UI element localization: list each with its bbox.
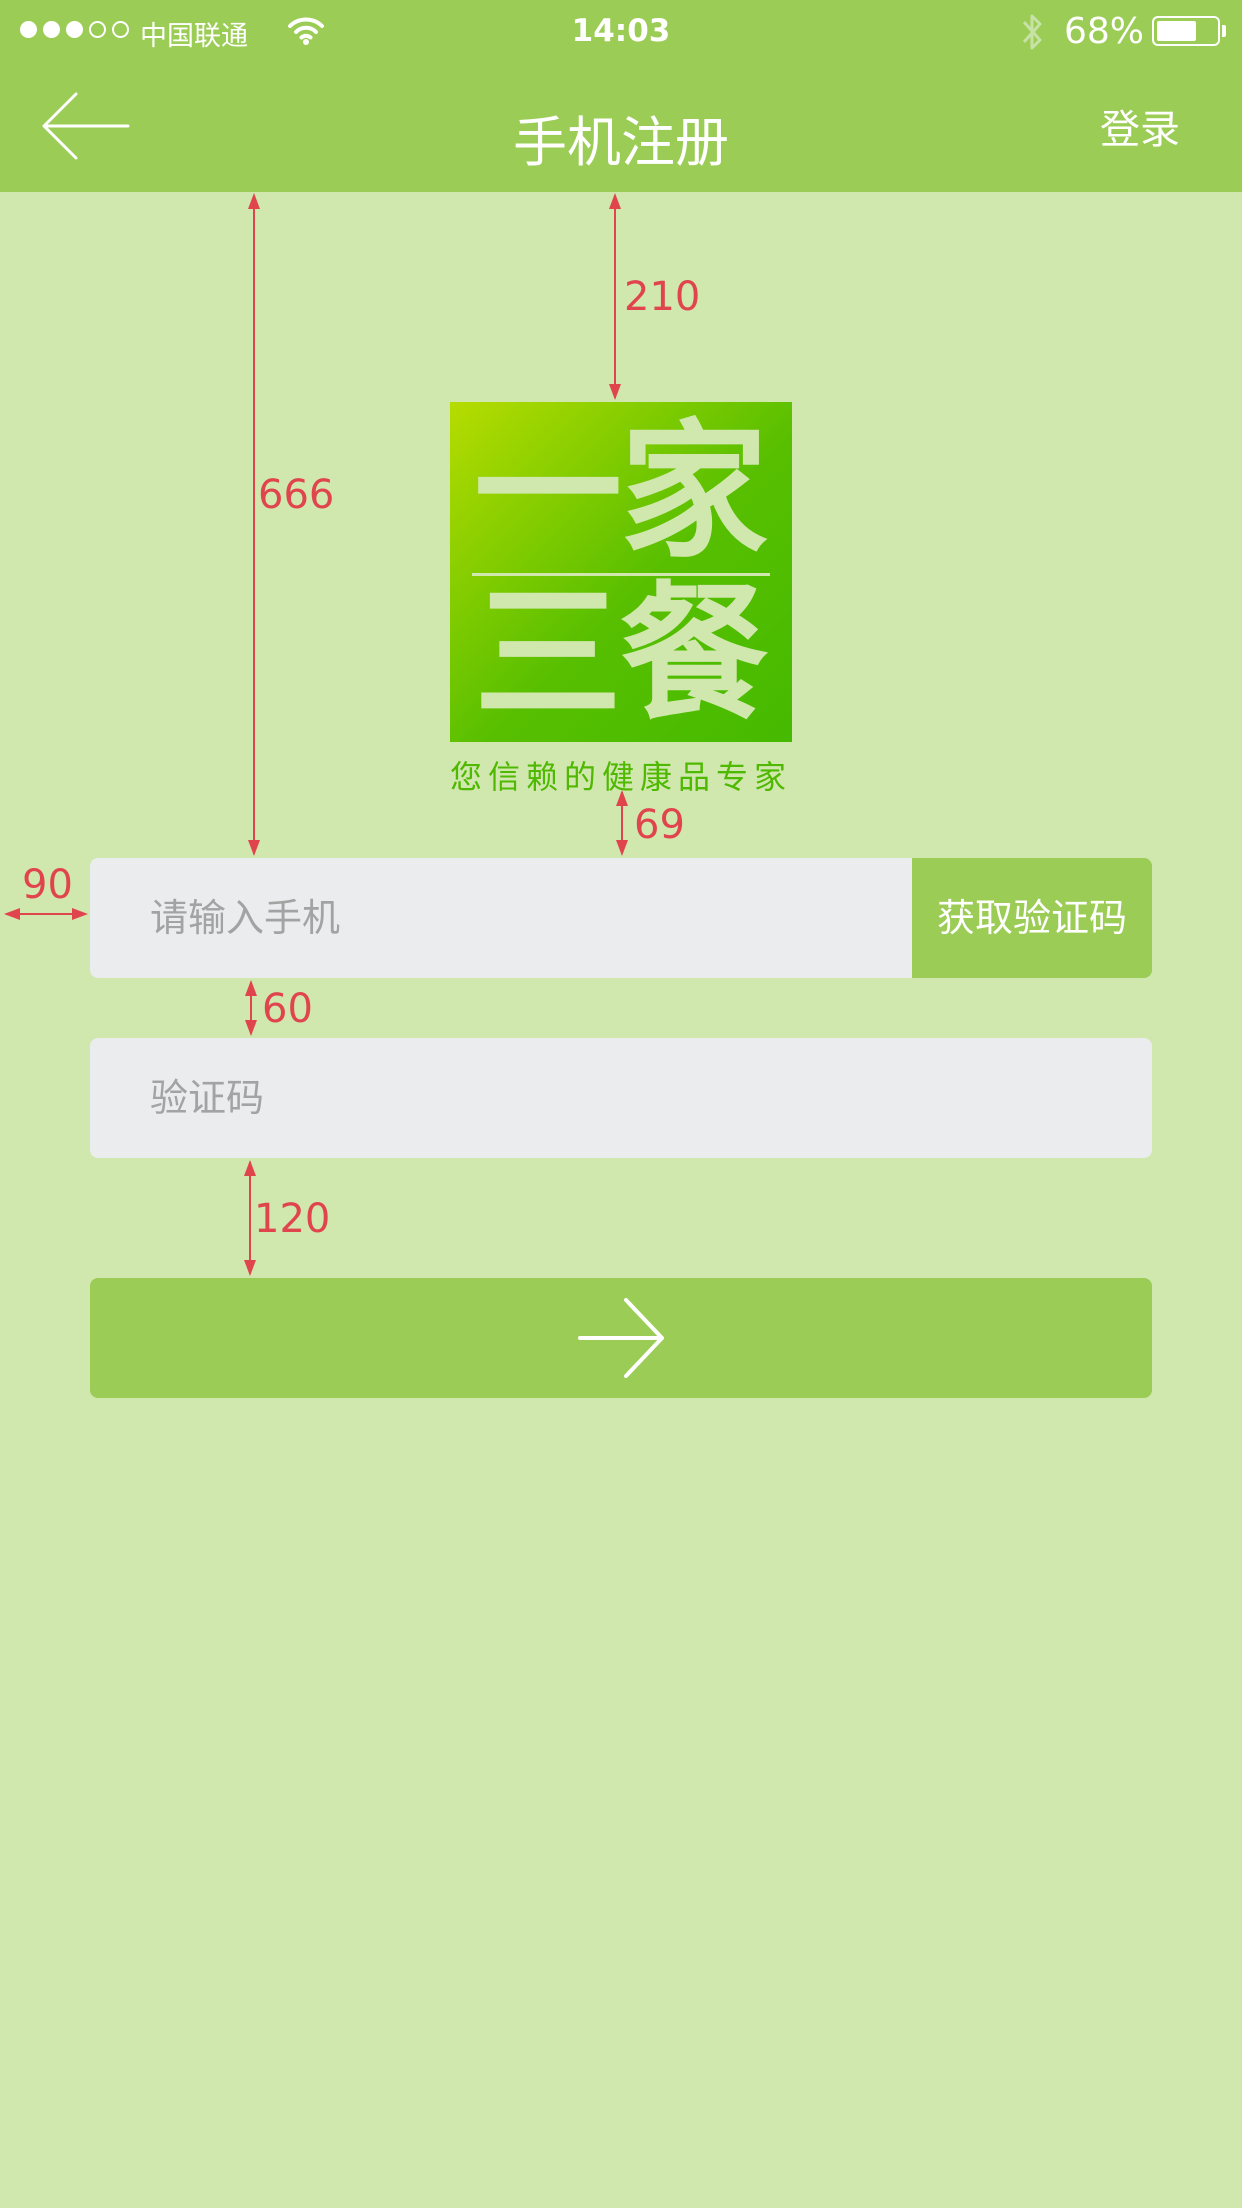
measure-label-90: 90: [22, 862, 73, 908]
code-placeholder: 验证码: [150, 1076, 265, 1120]
measure-line-210: [614, 196, 616, 398]
code-input[interactable]: 验证码: [90, 1038, 1152, 1158]
logo-char-4: 餐: [620, 568, 768, 740]
submit-button[interactable]: [90, 1278, 1152, 1398]
measure-arrow: [245, 1020, 257, 1036]
status-time: 14:03: [571, 13, 671, 49]
arrow-right-icon: [578, 1298, 664, 1378]
get-code-button[interactable]: 获取验证码: [912, 858, 1152, 978]
measure-arrow: [248, 193, 260, 209]
measure-line-666: [253, 196, 255, 854]
logo-char-2: 家: [620, 406, 768, 578]
measure-label-69: 69: [634, 802, 685, 848]
page-title: 手机注册: [513, 111, 729, 174]
status-bar: 中国联通 14:03 68%: [0, 0, 1242, 62]
measure-arrow: [4, 908, 20, 920]
battery-tip: [1222, 25, 1226, 37]
battery-percent: 68%: [1064, 11, 1145, 52]
measure-label-666: 666: [258, 472, 335, 518]
measure-arrow: [248, 840, 260, 856]
measure-arrow: [616, 790, 628, 806]
measure-label-210: 210: [624, 274, 701, 320]
measure-arrow: [244, 1160, 256, 1176]
measure-arrow: [609, 384, 621, 400]
measure-arrow: [609, 193, 621, 209]
logo-char-3: 三: [474, 568, 622, 740]
measure-arrow: [244, 1260, 256, 1276]
phone-placeholder: 请输入手机: [150, 896, 341, 940]
measure-label-60: 60: [262, 986, 313, 1032]
logo-char-1: 一: [474, 406, 622, 578]
measure-label-120: 120: [254, 1196, 331, 1242]
phone-input[interactable]: 请输入手机: [90, 858, 912, 978]
measure-arrow: [245, 980, 257, 996]
measure-arrow: [72, 908, 88, 920]
measure-line-120: [249, 1162, 251, 1274]
bluetooth-icon: [1018, 10, 1046, 58]
nav-bar: 手机注册 登录: [0, 62, 1242, 192]
login-button[interactable]: 登录: [1100, 97, 1180, 155]
measure-arrow: [616, 840, 628, 856]
battery-icon: [1152, 16, 1220, 46]
